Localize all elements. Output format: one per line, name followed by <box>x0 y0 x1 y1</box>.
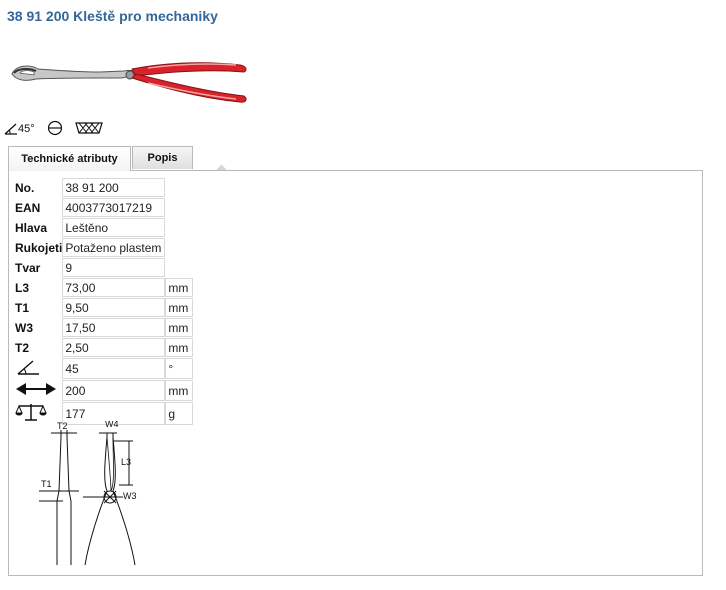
serrated-jaw-icon <box>74 122 103 134</box>
dim-label-w3: W3 <box>123 491 137 501</box>
table-row: Tvar 9 <box>15 258 193 277</box>
attr-unit: mm <box>165 380 194 401</box>
weight-scale-icon <box>15 404 47 421</box>
attr-value: 38 91 200 <box>62 178 166 197</box>
table-row: Hlava Leštěno <box>15 218 193 237</box>
attr-label: Rukojeti <box>15 240 63 255</box>
attributes-table: No. 38 91 200 EAN 4003773017219 Hlava Le… <box>15 177 194 426</box>
pliers-dimension-drawing: T2 W4 L3 T1 W3 <box>39 421 137 566</box>
table-row: L3 73,00 mm <box>15 278 194 297</box>
attr-label: Hlava <box>15 220 48 235</box>
length-arrow-icon <box>16 383 56 395</box>
attr-value: 2,50 <box>62 338 166 357</box>
table-row: EAN 4003773017219 <box>15 198 193 217</box>
pliers-product-image <box>11 62 247 103</box>
table-row: W3 17,50 mm <box>15 318 194 337</box>
product-title: 38 91 200 Kleště pro mechaniky <box>7 8 218 24</box>
attr-label <box>15 358 62 379</box>
attr-label: W3 <box>15 320 33 335</box>
dim-label-w4: W4 <box>105 421 119 429</box>
attr-value: 4003773017219 <box>62 198 166 217</box>
attr-unit: ° <box>165 358 194 379</box>
attr-unit: mm <box>165 338 194 357</box>
attr-label: Tvar <box>15 260 41 275</box>
attr-value: 9 <box>62 258 166 277</box>
attr-label: L3 <box>15 280 30 295</box>
attr-value: 200 <box>62 380 166 401</box>
dim-label-t1: T1 <box>41 479 52 489</box>
table-row: 45 ° <box>15 358 194 379</box>
attr-unit: g <box>165 402 194 425</box>
attr-label: No. <box>15 180 35 195</box>
table-row: Rukojeti Potaženo plastem <box>15 238 193 257</box>
table-row: T1 9,50 mm <box>15 298 194 317</box>
attr-unit: mm <box>165 318 194 337</box>
table-row: No. 38 91 200 <box>15 178 193 197</box>
tab-technical-attributes[interactable]: Technické atributy <box>8 146 131 171</box>
tab-description[interactable]: Popis <box>132 146 193 169</box>
attr-value: 45 <box>62 358 166 379</box>
angle-feature: 45° <box>4 121 35 135</box>
attr-value: Leštěno <box>62 218 166 237</box>
attr-label: T1 <box>15 300 30 315</box>
dim-label-l3: L3 <box>121 457 131 467</box>
attr-value: 73,00 <box>62 278 166 297</box>
attr-value: 17,50 <box>62 318 166 337</box>
angle-feature-label: 45° <box>18 123 35 135</box>
table-row: T2 2,50 mm <box>15 338 194 357</box>
table-row: 200 mm <box>15 380 194 401</box>
attr-label: T2 <box>15 340 30 355</box>
attr-label <box>15 380 62 401</box>
attr-unit: mm <box>165 278 194 297</box>
angle-45-icon <box>4 123 17 135</box>
attr-label: EAN <box>15 200 41 215</box>
feature-icons: 45° <box>4 118 103 138</box>
attr-value: 9,50 <box>62 298 166 317</box>
attributes-panel: No. 38 91 200 EAN 4003773017219 Hlava Le… <box>8 170 703 576</box>
polished-head-icon <box>47 120 62 136</box>
attr-unit: mm <box>165 298 194 317</box>
attr-value: Potaženo plastem <box>62 238 166 257</box>
angle-icon <box>17 360 39 375</box>
dim-label-t2: T2 <box>57 421 68 431</box>
